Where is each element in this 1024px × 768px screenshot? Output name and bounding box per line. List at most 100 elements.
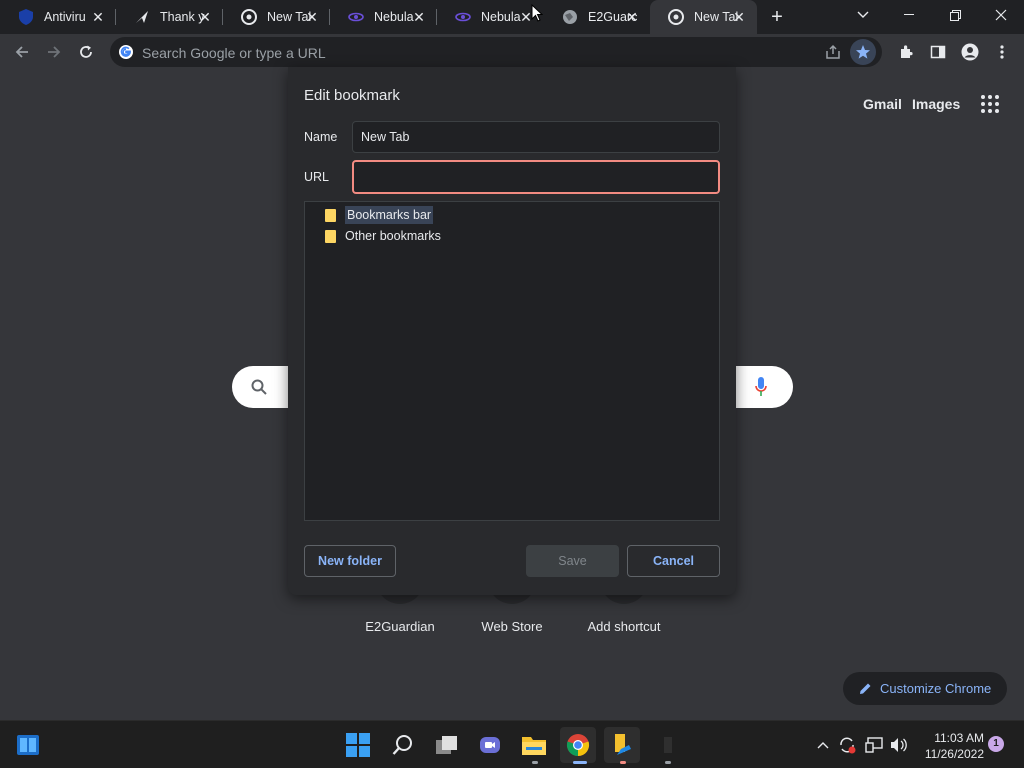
new-folder-button[interactable]: New folder: [304, 545, 396, 577]
app-running-indicator: [665, 761, 671, 764]
task-view-button[interactable]: [429, 727, 465, 763]
document-app-icon: [615, 734, 631, 755]
google-icon: [118, 44, 134, 65]
send-icon: [134, 9, 150, 25]
microphone-icon[interactable]: [755, 377, 767, 402]
folder-tree[interactable]: Bookmarks bar Other bookmarks: [304, 201, 720, 521]
close-icon: [995, 9, 1007, 21]
teams-chat-button[interactable]: [472, 727, 508, 763]
profile-button[interactable]: [958, 40, 982, 64]
save-button[interactable]: Save: [526, 545, 619, 577]
tab-nebula[interactable]: Nebula ✕: [330, 0, 437, 34]
windows-taskbar: 11:03 AM 11/26/2022 1: [0, 720, 1024, 768]
close-icon[interactable]: ✕: [624, 9, 640, 25]
shortcut-label[interactable]: Add shortcut: [564, 619, 684, 634]
address-placeholder: Search Google or type a URL: [142, 45, 326, 61]
shortcut-label[interactable]: Web Store: [452, 619, 572, 634]
show-hidden-icons-button[interactable]: [813, 735, 833, 755]
close-icon[interactable]: ✕: [304, 9, 320, 25]
puzzle-icon: [901, 45, 913, 58]
task-view-icon: [436, 736, 457, 754]
chrome-icon: [668, 9, 684, 25]
search-icon: [392, 735, 412, 755]
pencil-icon: [859, 682, 872, 695]
edit-bookmark-dialog: Edit bookmark Name URL Bookmarks bar Oth…: [288, 67, 736, 595]
browser-toolbar: Search Google or type a URL: [0, 34, 1024, 70]
arrow-right-icon: [48, 46, 61, 58]
close-icon[interactable]: ✕: [197, 9, 213, 25]
close-icon[interactable]: ✕: [731, 9, 747, 25]
close-icon[interactable]: ✕: [411, 9, 427, 25]
share-icon[interactable]: [825, 44, 841, 65]
start-button[interactable]: [340, 727, 376, 763]
folder-label: Bookmarks bar: [345, 206, 434, 224]
chrome-icon: [566, 734, 590, 757]
avatar-icon: [961, 43, 979, 61]
back-button[interactable]: [10, 40, 34, 64]
folder-item-other-bookmarks[interactable]: Other bookmarks: [325, 226, 441, 246]
tab-thank-you[interactable]: Thank y ✕: [116, 0, 223, 34]
folder-icon: [325, 229, 336, 243]
address-bar[interactable]: Search Google or type a URL: [110, 37, 882, 67]
extensions-button[interactable]: [894, 40, 918, 64]
arrow-left-icon: [15, 46, 28, 58]
tab-nebula-2[interactable]: Nebula ✕: [437, 0, 544, 34]
restore-button[interactable]: [932, 0, 978, 30]
reload-icon: [80, 45, 92, 58]
minimize-icon: [904, 14, 914, 15]
new-tab-button[interactable]: +: [765, 5, 789, 29]
bookmark-name-input[interactable]: [352, 121, 720, 153]
close-window-button[interactable]: [978, 0, 1024, 30]
tab-new-tab[interactable]: New Tal ✕: [223, 0, 330, 34]
folder-icon: [325, 208, 336, 222]
tab-strip: Antiviru ✕ Thank y ✕ New Tal ✕ Nebula ✕ …: [0, 0, 1024, 34]
images-link[interactable]: Images: [912, 96, 960, 112]
globe-icon: [562, 9, 578, 25]
sync-tray-icon[interactable]: [837, 735, 857, 755]
shortcut-label[interactable]: E2Guardian: [340, 619, 460, 634]
app-icon: [664, 737, 672, 753]
tab-new-tab-active[interactable]: New Tal ✕: [650, 0, 757, 34]
tab-search-button[interactable]: [840, 0, 886, 30]
apps-grid-icon[interactable]: [980, 94, 1000, 119]
system-clock[interactable]: 11:03 AM 11/26/2022: [918, 730, 984, 762]
tab-e2guardian[interactable]: E2Guarc ✕: [544, 0, 650, 34]
tab-antivirus[interactable]: Antiviru ✕: [0, 0, 116, 34]
chat-icon: [480, 737, 500, 753]
star-icon: [856, 45, 870, 59]
widgets-icon: [17, 735, 39, 755]
app-taskbar-button[interactable]: [604, 727, 640, 763]
dialog-title: Edit bookmark: [304, 87, 400, 104]
app-running-indicator: [532, 761, 538, 764]
chrome-icon: [241, 9, 257, 25]
search-button[interactable]: [385, 727, 421, 763]
folder-icon: [522, 737, 546, 755]
bookmark-url-input[interactable]: [352, 160, 720, 194]
bookmark-star-button[interactable]: [850, 39, 876, 65]
forward-button[interactable]: [42, 40, 66, 64]
menu-button[interactable]: [990, 40, 1014, 64]
reload-button[interactable]: [74, 40, 98, 64]
customize-label: Customize Chrome: [880, 681, 992, 696]
app-active-indicator: [573, 761, 587, 764]
minimize-button[interactable]: [886, 0, 932, 30]
close-icon[interactable]: ✕: [90, 9, 106, 25]
notification-badge[interactable]: 1: [988, 736, 1004, 752]
gmail-link[interactable]: Gmail: [863, 96, 902, 112]
customize-chrome-button[interactable]: Customize Chrome: [843, 672, 1007, 705]
chrome-taskbar-button[interactable]: [560, 727, 596, 763]
side-panel-button[interactable]: [926, 40, 950, 64]
network-icon[interactable]: [864, 735, 884, 755]
widgets-button[interactable]: [10, 727, 46, 763]
url-label: URL: [304, 170, 330, 184]
clock-date: 11/26/2022: [924, 747, 984, 761]
nebula-icon: [455, 9, 471, 25]
nebula-icon: [348, 9, 364, 25]
cancel-button[interactable]: Cancel: [627, 545, 720, 577]
folder-item-bookmarks-bar[interactable]: Bookmarks bar: [325, 205, 434, 225]
restore-icon: [949, 9, 961, 21]
volume-icon[interactable]: [889, 735, 909, 755]
antivirus-icon: [18, 9, 34, 25]
app-taskbar-button-dim[interactable]: [650, 727, 686, 763]
file-explorer-button[interactable]: [516, 727, 552, 763]
